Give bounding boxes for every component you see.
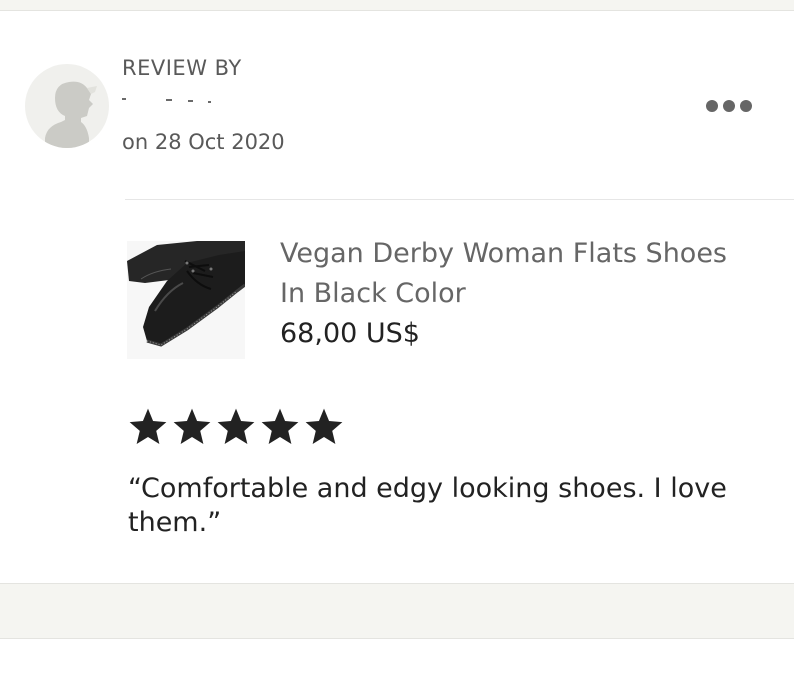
- name-fragment: [208, 101, 211, 103]
- review-heading: REVIEW BY: [122, 56, 242, 80]
- more-dot: [740, 100, 752, 112]
- avatar[interactable]: [25, 64, 109, 148]
- shoe-icon: [127, 241, 245, 359]
- product-title-link[interactable]: Vegan Derby Woman Flats Shoes In Black C…: [280, 234, 750, 314]
- bottom-band: [0, 583, 794, 639]
- star-icon: [261, 408, 299, 444]
- review-text: “Comfortable and edgy looking shoes. I l…: [128, 473, 727, 538]
- star-icon: [173, 408, 211, 444]
- more-dot: [706, 100, 718, 112]
- product-price: 68,00 US$: [280, 318, 420, 349]
- more-options-button[interactable]: [706, 93, 768, 119]
- star-icon: [217, 408, 255, 444]
- star-rating: [127, 406, 345, 448]
- reviewer-name[interactable]: [122, 89, 242, 103]
- name-fragment: [122, 98, 126, 100]
- name-fragment: [188, 100, 193, 102]
- product-image[interactable]: [127, 241, 245, 359]
- review-date: on 28 Oct 2020: [122, 130, 285, 154]
- more-dot: [723, 100, 735, 112]
- star-icon: [129, 408, 167, 444]
- divider: [125, 199, 794, 200]
- star-icon: [305, 408, 343, 444]
- user-silhouette-icon: [45, 81, 97, 148]
- name-fragment: [166, 99, 172, 101]
- top-band: [0, 0, 794, 11]
